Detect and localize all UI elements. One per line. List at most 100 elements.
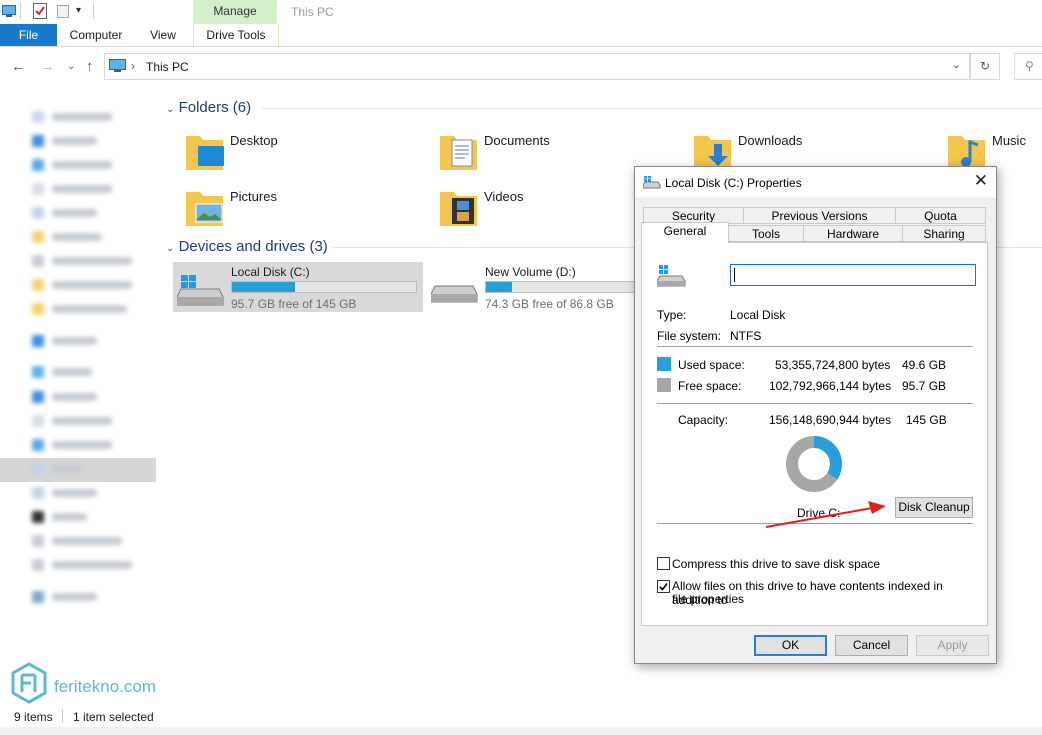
drive-item-c[interactable]: Local Disk (C:) 95.7 GB free of 145 GB [173,262,423,312]
address-bar[interactable]: › This PC ⌄ [104,53,970,80]
general-tab-panel: Type: Local Disk File system: NTFS Used … [641,242,988,626]
ribbon-tab-bar: File Computer View [0,24,1042,47]
sidebar-item[interactable] [22,412,142,430]
drive-title-icon [643,176,661,189]
sidebar-item[interactable] [22,436,142,454]
tab-general[interactable]: General [641,222,729,243]
pictures-folder-icon [186,192,223,226]
collapse-chevron-icon: ⌄ [166,104,175,115]
sidebar-item[interactable] [22,484,142,502]
free-space-label: Free space: [678,379,742,393]
dialog-titlebar[interactable]: Local Disk (C:) Properties ✕ [635,167,996,197]
sidebar-item[interactable] [22,132,142,150]
tab-file[interactable]: File [0,24,57,46]
sidebar-item[interactable] [22,228,142,246]
customize-qat-icon[interactable]: ▾ [76,5,81,16]
free-space-bytes: 102,792,966,144 bytes [769,379,892,393]
drive-name: New Volume (D:) [485,265,576,279]
drive-d-icon [431,285,478,303]
address-dropdown-icon[interactable]: ⌄ [952,58,961,71]
tab-hardware[interactable]: Hardware [803,225,903,242]
drive-free-text: 95.7 GB free of 145 GB [231,297,357,311]
qat-divider-2 [93,3,94,19]
sidebar-item[interactable] [22,156,142,174]
folder-item-desktop[interactable]: Desktop [184,130,424,180]
free-space-swatch [657,378,671,392]
free-space-gb: 95.7 GB [902,379,947,393]
status-bar-strip [0,727,1042,735]
address-path[interactable]: This PC [146,60,189,74]
drive-free-text: 74.3 GB free of 86.8 GB [485,297,614,311]
videos-folder-icon [440,192,477,226]
sidebar-item[interactable] [22,252,142,270]
new-folder-icon[interactable] [57,5,69,21]
disk-usage-donut [786,436,842,492]
tab-quota[interactable]: Quota [895,207,986,224]
window-title: This PC [291,5,334,19]
ok-button[interactable]: OK [754,635,827,656]
apply-button[interactable]: Apply [916,635,989,656]
folder-label: Downloads [738,133,803,148]
up-arrow-icon[interactable]: ↑ [86,58,94,75]
tab-tools[interactable]: Tools [728,225,804,242]
sidebar-item[interactable] [22,276,142,294]
recent-locations-chevron-icon[interactable]: ⌄ [67,61,75,72]
status-selection: 1 item selected [73,710,154,724]
devices-group-header[interactable]: ⌄ Devices and drives (3) [166,238,328,255]
sidebar-item[interactable] [22,508,142,526]
sidebar-item[interactable] [22,588,142,606]
sidebar-item[interactable] [22,108,142,126]
folder-label: Videos [484,189,524,204]
sidebar-item[interactable] [22,300,142,318]
folders-group-header[interactable]: ⌄ Folders (6) [166,99,251,116]
search-box[interactable]: ⚲ [1014,53,1042,80]
cancel-button[interactable]: Cancel [835,635,908,656]
tab-previous-versions[interactable]: Previous Versions [743,207,896,224]
sidebar-item[interactable] [22,388,142,406]
folders-group-title: Folders (6) [178,99,252,116]
qat-divider [20,3,21,19]
used-space-gb: 49.6 GB [902,358,947,372]
sidebar-item[interactable] [22,363,142,381]
folder-label: Desktop [230,133,278,148]
sidebar-item[interactable] [22,332,142,350]
search-icon: ⚲ [1025,59,1034,73]
refresh-button[interactable]: ↻ [970,53,1000,80]
disk-cleanup-button[interactable]: Disk Cleanup [895,497,973,518]
close-icon[interactable]: ✕ [974,171,988,191]
separator [657,403,973,404]
computer-icon[interactable] [2,5,16,21]
compress-checkbox[interactable] [657,557,670,570]
folder-label: Music [992,133,1026,148]
drive-usage-fill [232,282,295,292]
drive-name-input[interactable] [730,264,976,286]
tab-view[interactable]: View [140,24,186,46]
sidebar-item[interactable] [22,180,142,198]
folder-label: Documents [484,133,550,148]
forward-arrow-icon[interactable]: → [40,58,55,75]
sidebar-item[interactable] [22,556,142,574]
file-system-value: NTFS [730,329,762,343]
sidebar-item[interactable] [22,204,142,222]
tab-sharing[interactable]: Sharing [902,225,986,242]
watermark-text: feritekno.com [54,677,157,696]
folder-label: Pictures [230,189,277,204]
index-checkbox[interactable] [657,580,670,593]
used-space-label: Used space: [678,358,745,372]
drive-c-icon [177,275,224,306]
refresh-icon: ↻ [979,59,991,73]
capacity-gb: 145 GB [906,413,947,427]
tab-computer[interactable]: Computer [62,24,130,46]
tab-drive-tools[interactable]: Drive Tools [194,24,278,46]
folder-item-pictures[interactable]: Pictures [184,186,424,236]
back-arrow-icon[interactable]: ← [11,58,26,75]
sidebar-item[interactable] [22,460,142,478]
compress-label: Compress this drive to save disk space [672,557,881,571]
properties-icon[interactable] [33,3,47,22]
type-value: Local Disk [730,308,786,322]
annotation-arrow [765,501,886,528]
checkmark-icon [659,583,668,591]
manage-contextual-header: Manage [193,0,277,24]
sidebar-item[interactable] [22,532,142,550]
properties-dialog: Local Disk (C:) Properties ✕ Security Pr… [634,166,997,664]
